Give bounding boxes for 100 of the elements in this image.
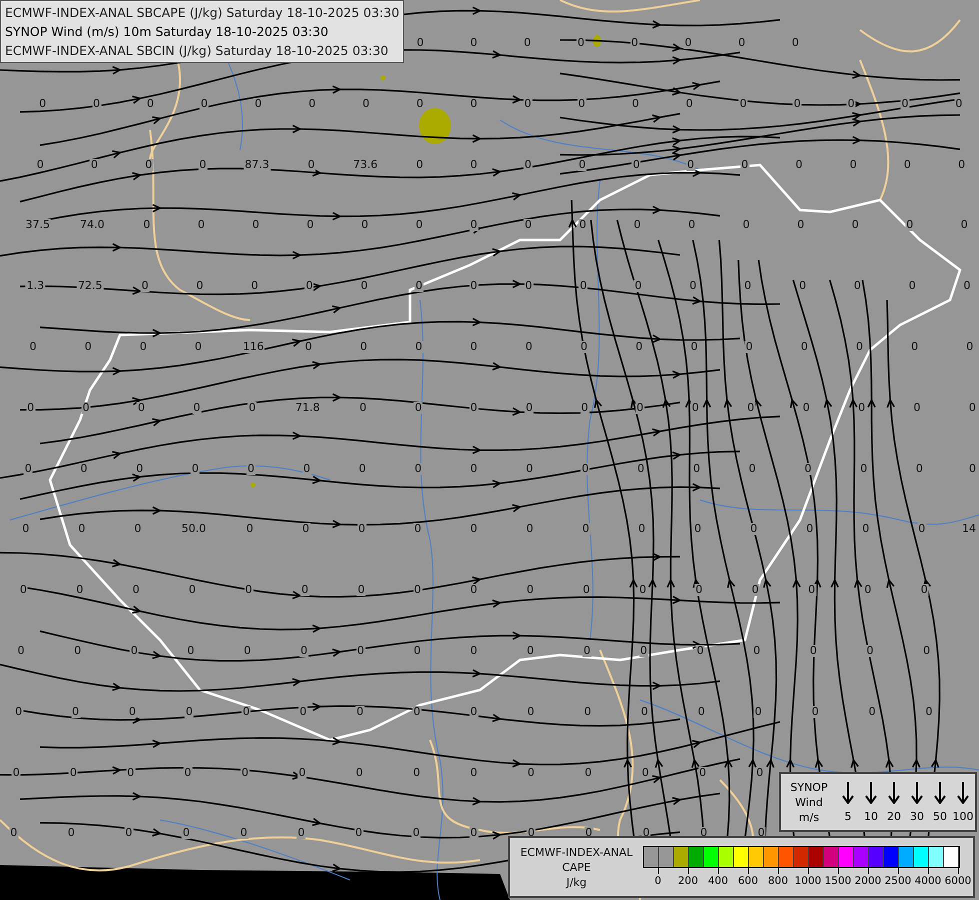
grid-value: 0 [469,158,478,171]
grid-value: 0 [182,827,191,840]
grid-value: 0 [905,219,914,232]
grid-value: 0 [24,462,33,475]
grid-value: 0 [306,219,315,232]
grid-value: 0 [692,462,702,475]
grid-value: 0 [792,98,802,110]
grid-value: 0 [807,584,816,596]
tick-label: 6000 [944,874,972,888]
legend-title: SYNOP [790,780,828,794]
grid-value: 0 [136,402,146,414]
grid-value: 0 [250,280,260,292]
grid-value: 0 [908,280,917,292]
grid-value: 0 [686,158,696,171]
grid-value: 0 [688,280,698,292]
grid-value: 0 [526,584,535,596]
grid-value: 0 [968,462,977,475]
grid-value: 0 [523,98,532,110]
grid-value: 0 [356,645,366,657]
grid-value: 0 [194,341,203,353]
grid-value: 0 [634,280,643,292]
grid-value: 0 [863,584,872,596]
grid-value: 0 [412,706,422,718]
grid-value: 0 [124,827,134,840]
grid-value: 0 [524,402,534,414]
grid-value: 0 [133,523,142,536]
grid-value: 0 [298,706,308,718]
down-arrow-icon [865,782,877,804]
grid-value: 0 [146,98,155,110]
grid-value: 0 [684,98,694,110]
grid-value: 0 [300,584,310,596]
grid-value: 0 [304,280,314,292]
grid-value: 0 [577,98,586,110]
grid-value: 0 [248,402,257,414]
grid-value: 0 [416,37,425,49]
grid-value: 0 [360,219,370,232]
grid-value: 0 [582,584,591,596]
grid-value: 0 [469,280,478,292]
grid-value: 0 [357,523,366,536]
grid-value: 0 [578,280,588,292]
grid-value: 0 [469,341,478,353]
grid-value: 0 [790,37,800,49]
grid-value: 0 [186,645,196,657]
grid-value: 0 [693,523,702,536]
grid-value: 0 [73,645,82,657]
grid-value: 37.5 [24,219,52,232]
grid-value: 0 [414,402,423,414]
grid-value: 0 [576,37,586,49]
legend-title: CAPE [562,860,591,874]
grid-value: 0 [638,584,648,596]
grid-value: 0 [696,706,706,718]
grid-value: 0 [580,341,588,353]
legend-title: Wind [795,794,823,810]
legend-line: ECMWF-INDEX-ANAL SBCIN (J/kg) Saturday 18-10-2025 03:30 [5,42,390,60]
down-arrow-icon [842,782,854,804]
grid-value: 0 [580,402,590,414]
grid-value: 0 [804,462,812,475]
grid-value: 0 [525,462,534,475]
grid-value: 0 [412,766,422,779]
grid-value: 0 [242,706,251,718]
grid-value: 0 [750,584,760,596]
tick-label: 400 [708,874,728,888]
grid-value: 0 [195,280,204,292]
grid-value: 0 [26,402,36,414]
grid-value: 0 [128,706,137,718]
grid-value: 0 [190,462,200,475]
grid-value: 0 [413,523,422,536]
grid-value: 0 [183,766,192,779]
grid-value: 72.5 [76,280,104,292]
grid-value: 74.0 [79,219,106,232]
grid-value: 0 [469,402,478,414]
grid-value: 0 [630,37,640,49]
grid-value: 0 [910,341,920,353]
grid-value: 0 [632,158,641,171]
grid-value: 0 [469,766,478,779]
grid-value: 0 [524,219,533,232]
grid-value: 0 [12,766,21,779]
grid-value: 0 [28,341,38,353]
grid-value: 0 [740,158,750,171]
grid-value: 0 [304,341,313,353]
grid-value: 0 [358,402,368,414]
grid-value: 0 [634,341,644,353]
grid-value: 0 [802,402,811,414]
grid-value: 0 [469,462,478,475]
grid-value: 0 [578,158,587,171]
grid-value: 0 [66,827,76,840]
grid-value: 0 [584,766,593,779]
grid-value: 0 [954,98,964,110]
tick-label: 4000 [914,874,942,888]
grid-value: 0 [798,280,808,292]
grid-value: 0 [636,462,646,475]
down-arrow-icon [957,782,969,804]
grid-value: 0 [90,158,99,171]
grid-value: 0 [794,158,804,171]
grid-value: 0 [744,341,754,353]
grid-value: 0 [738,98,748,110]
grid-value: 0 [413,584,422,596]
grid-value: 0 [965,341,974,353]
grid-value: 0 [924,706,934,718]
grid-value: 0 [75,584,84,596]
